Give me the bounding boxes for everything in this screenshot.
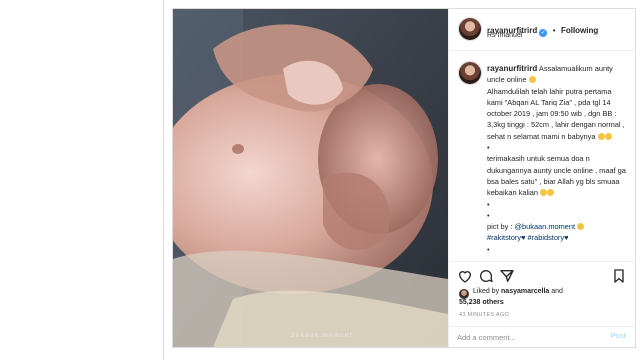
liked-by-prefix: Liked by: [473, 288, 500, 295]
newborn-photo-image: [173, 9, 448, 347]
post-timestamp[interactable]: 43 MINUTES AGO: [459, 312, 509, 318]
liked-by-username[interactable]: nasyamarcella: [501, 288, 549, 295]
liked-by-text: Liked by nasyamarcella and: [473, 288, 563, 295]
smiling-emoji-icon: [577, 223, 585, 231]
smiling-emoji-icon: [528, 76, 536, 84]
post-sidebar: rayanurfitrird ✓ • Following Rs Imanuel r…: [448, 9, 636, 347]
smiling-emoji-icon: [597, 132, 605, 140]
following-button[interactable]: Following: [561, 26, 598, 35]
post-photo[interactable]: bukaan.moment: [173, 9, 448, 347]
praying-hands-emoji-icon: [547, 189, 555, 197]
post-header: rayanurfitrird ✓ • Following Rs Imanuel: [449, 9, 636, 51]
pict-by-mention-link[interactable]: @bukaan.moment: [515, 222, 576, 231]
caption-author-avatar[interactable]: [459, 62, 481, 84]
smiling-emoji-icon: [604, 132, 612, 140]
post-caption: rayanurfitrird Assalamualikum aunty uncl…: [487, 63, 629, 257]
likes-count[interactable]: 55,238 others: [459, 299, 504, 306]
bookmark-icon[interactable]: [611, 268, 627, 284]
photo-watermark: bukaan.moment: [291, 332, 354, 339]
post-location[interactable]: Rs Imanuel: [487, 32, 522, 39]
caption-line-5: •: [487, 199, 490, 209]
header-separator: •: [552, 26, 556, 35]
comment-icon[interactable]: [478, 268, 494, 284]
verified-badge-icon: ✓: [539, 29, 548, 37]
smiling-emoji-icon: [540, 189, 548, 197]
caption-username[interactable]: rayanurfitrird: [487, 64, 537, 73]
caption-line-7: pict by :: [487, 222, 515, 232]
caption-line-3: •: [487, 143, 490, 153]
liker-avatar[interactable]: [459, 289, 469, 299]
caption-more-indicator: •: [487, 244, 490, 254]
post-actions-section: Liked by nasyamarcella and 55,238 others…: [449, 261, 636, 347]
hashtag-links[interactable]: #rakitstory♥ #rabidstory♥: [487, 232, 629, 243]
liked-by-and: and: [551, 288, 563, 295]
heart-icon[interactable]: [457, 268, 473, 284]
comment-box: Post: [449, 326, 636, 348]
caption-line-4: terimakasih untuk semua doa n dukunganny…: [487, 154, 626, 198]
post-comment-button[interactable]: Post: [611, 333, 626, 340]
caption-line-6: •: [487, 210, 490, 220]
page-divider: [163, 0, 164, 360]
comment-input[interactable]: [457, 331, 597, 344]
share-icon[interactable]: [499, 268, 515, 284]
instagram-post: bukaan.moment rayanurfitrird ✓ • Followin…: [172, 8, 636, 348]
caption-line-2: Alhamdulilah telah lahir putra pertama k…: [487, 86, 625, 141]
author-avatar[interactable]: [459, 18, 481, 40]
